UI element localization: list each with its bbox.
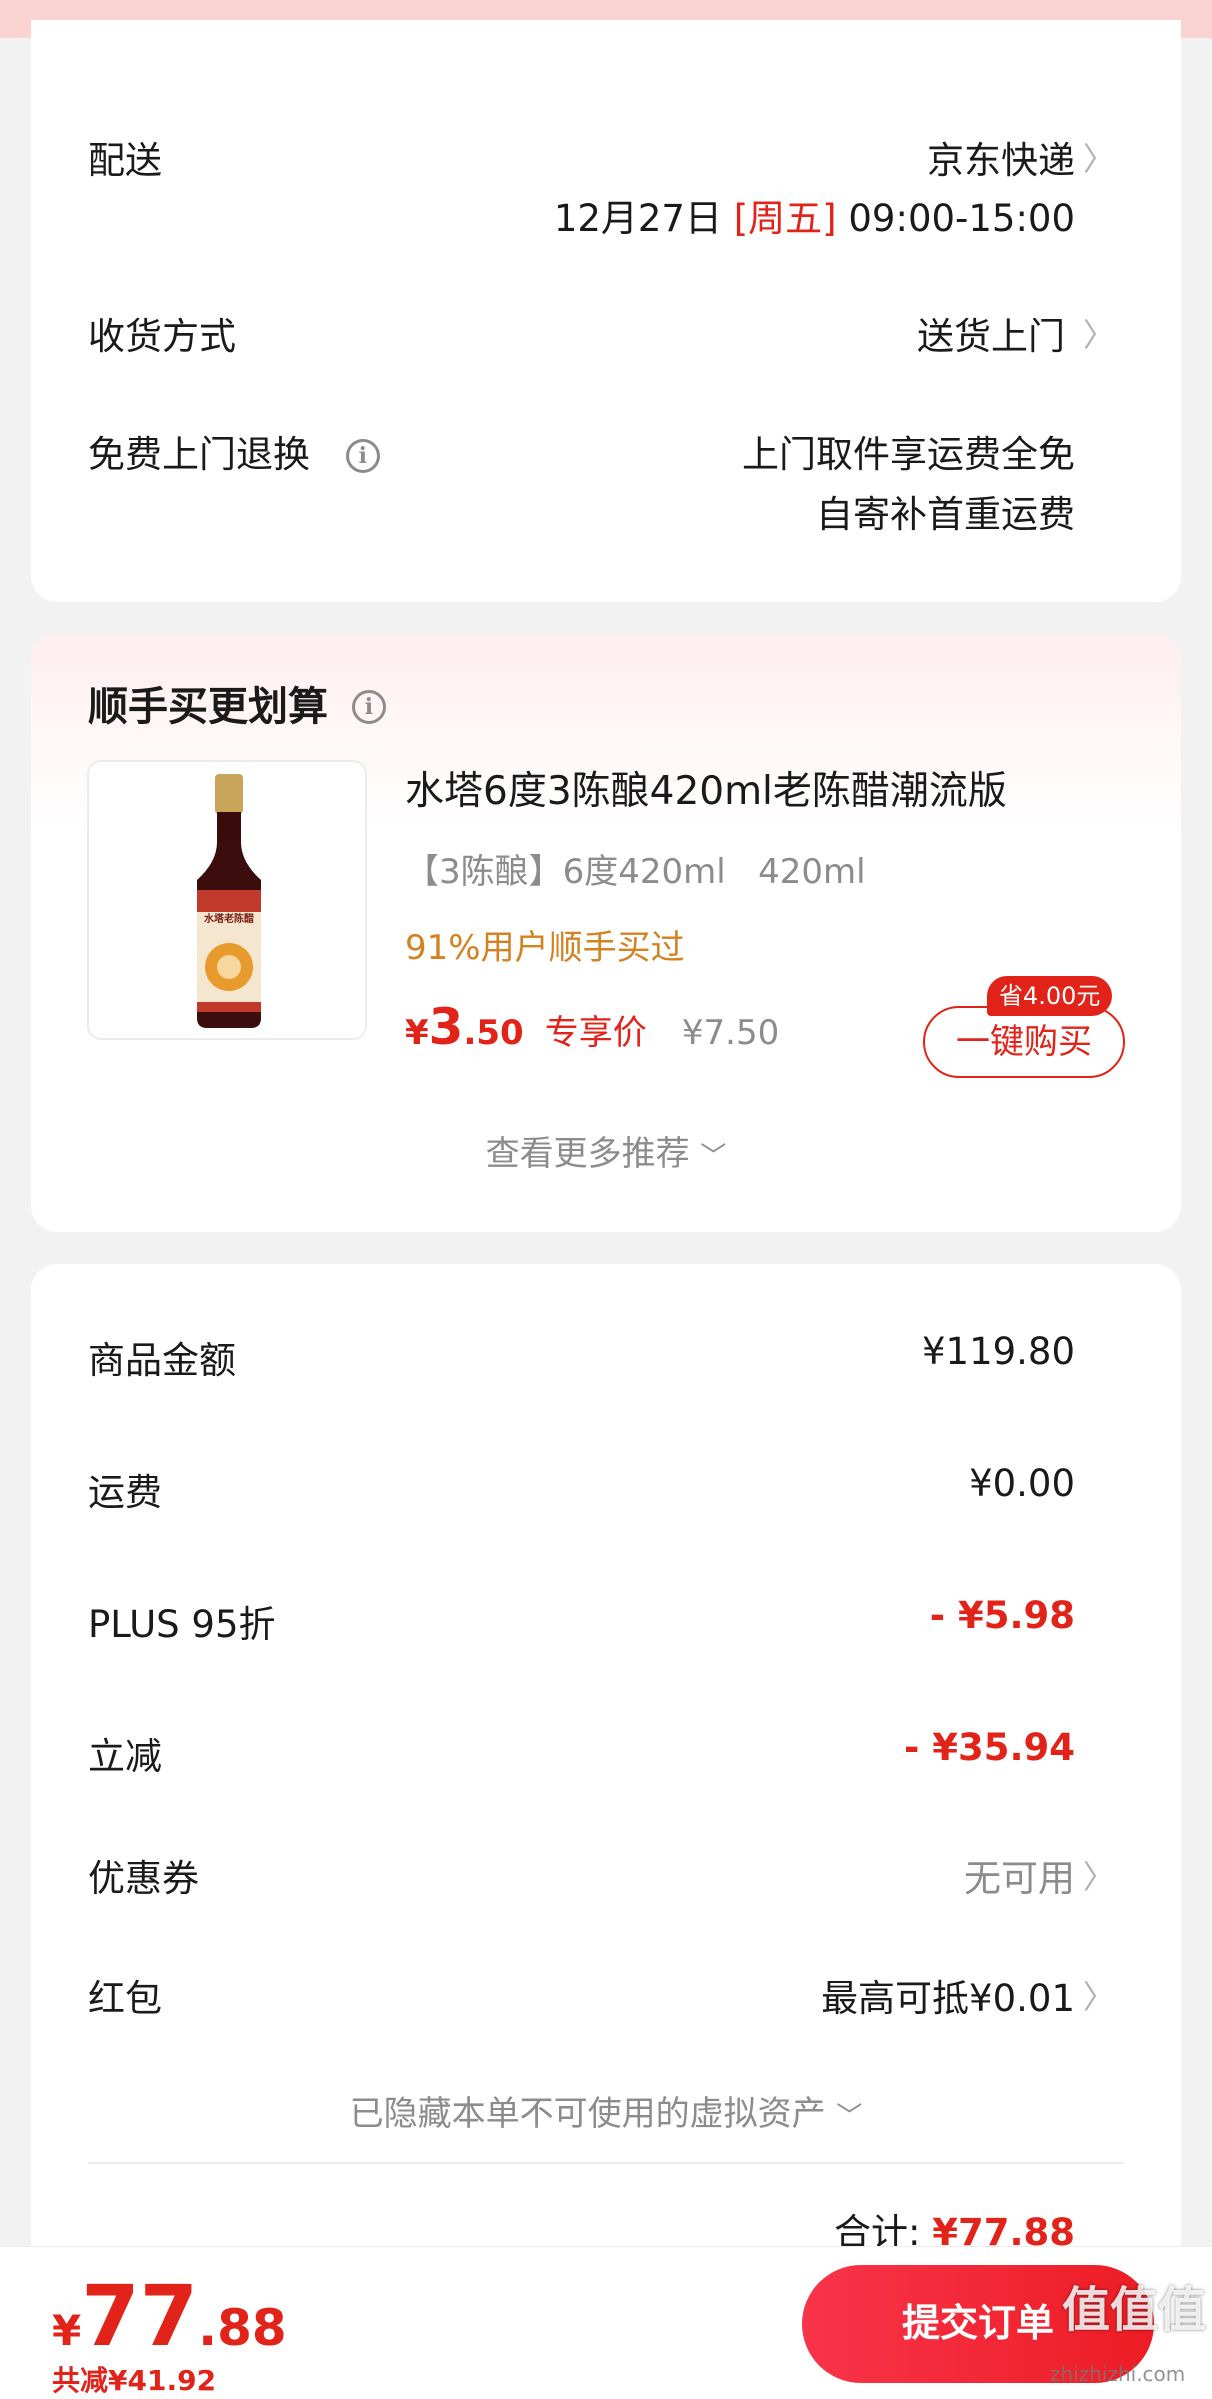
free-return-label-text: 免费上门退换 — [88, 433, 310, 476]
delivery-weekday: [周五] — [733, 197, 837, 240]
red-packet-label: 红包 — [88, 1977, 162, 2020]
divider — [88, 2162, 1124, 2164]
hidden-assets-text: 已隐藏本单不可使用的虚拟资产 — [349, 2094, 826, 2134]
more-recommend-text: 查看更多推荐 — [485, 1134, 690, 1174]
chevron-right-icon[interactable]: 〉 — [1083, 1972, 1115, 2018]
bottom-amount-int: 77 — [81, 2267, 199, 2365]
goods-amount-label: 商品金额 — [88, 1339, 236, 1382]
product-price: ¥3.50 专享价 ¥7.50 — [405, 998, 779, 1056]
coupon-value[interactable]: 无可用 — [964, 1848, 1075, 1902]
plus-value: - ¥5.98 — [929, 1594, 1075, 1637]
info-icon[interactable]: i — [351, 690, 386, 724]
plus-label: PLUS 95折 — [88, 1603, 276, 1646]
free-return-line2: 自寄补首重运费 — [816, 493, 1075, 536]
hidden-assets-link[interactable]: 已隐藏本单不可使用的虚拟资产 ﹀ — [31, 2086, 1181, 2135]
recommend-card: 顺手买更划算 i 水塔老陈醋 水塔6度3陈酿420ml老陈醋潮流版 【3陈酿】6… — [31, 634, 1181, 1232]
free-return-line1: 上门取件享运费全免 — [742, 433, 1075, 476]
shipping-value: ¥0.00 — [969, 1462, 1075, 1505]
discount-value: - ¥35.94 — [903, 1726, 1075, 1769]
saved-amount: 共减¥41.92 — [52, 2364, 217, 2397]
recommend-title-text: 顺手买更划算 — [88, 684, 328, 730]
watermark-url: zhizhizhi.com — [1050, 2362, 1186, 2386]
coupon-label: 优惠券 — [88, 1857, 199, 1900]
bottom-symbol: ¥ — [52, 2306, 82, 2355]
delivery-date: 12月27日 — [553, 197, 722, 240]
product-image[interactable]: 水塔老陈醋 — [87, 760, 367, 1040]
bottle-label-text: 水塔老陈醋 — [204, 914, 254, 925]
shipping-label: 运费 — [88, 1471, 162, 1514]
price-tag: 专享价 — [544, 1013, 647, 1053]
red-packet-value[interactable]: 最高可抵¥0.01 — [821, 1968, 1075, 2022]
chevron-right-icon[interactable]: 〉 — [1083, 310, 1115, 356]
bottom-amount-dec: .88 — [198, 2299, 287, 2357]
chevron-down-icon: ﹀ — [836, 2102, 863, 2132]
one-click-buy-button[interactable]: 一键购买 — [923, 1006, 1125, 1078]
price-int: 3 — [428, 998, 464, 1056]
delivery-label: 配送 — [88, 139, 162, 182]
delivery-card: 配送 京东快递 〉 12月27日 [周五] 09:00-15:00 收货方式 送… — [31, 20, 1181, 602]
bought-hint: 91%用户顺手买过 — [405, 928, 685, 968]
recommend-title: 顺手买更划算 i — [88, 674, 386, 732]
summary-card: 商品金额 ¥119.80 运费 ¥0.00 PLUS 95折 - ¥5.98 立… — [31, 1264, 1181, 2399]
info-icon[interactable]: i — [345, 439, 380, 473]
vinegar-bottle-icon — [197, 774, 261, 1028]
product-name[interactable]: 水塔6度3陈酿420ml老陈醋潮流版 — [405, 760, 1007, 816]
delivery-carrier[interactable]: 京东快递 — [927, 130, 1075, 184]
chevron-down-icon: ﹀ — [700, 1142, 727, 1172]
delivery-time[interactable]: 12月27日 [周五] 09:00-15:00 — [554, 188, 1075, 242]
discount-label: 立减 — [88, 1735, 162, 1778]
goods-amount-value: ¥119.80 — [921, 1330, 1075, 1373]
watermark-logo: 值值值 — [1062, 2282, 1207, 2338]
receive-method-value[interactable]: 送货上门 — [917, 306, 1065, 360]
receive-method-label: 收货方式 — [88, 315, 236, 358]
free-return-label: 免费上门退换 i — [88, 424, 380, 478]
chevron-right-icon[interactable]: 〉 — [1083, 134, 1115, 180]
bottom-bar: ¥77.88 共减¥41.92 提交订单 — [0, 2246, 1212, 2399]
original-price: ¥7.50 — [681, 1013, 780, 1053]
product-spec: 【3陈酿】6度420ml 420ml — [405, 852, 866, 892]
chevron-right-icon[interactable]: 〉 — [1083, 1852, 1115, 1898]
bottom-total: ¥77.88 — [52, 2267, 287, 2365]
more-recommend-link[interactable]: 查看更多推荐 ﹀ — [31, 1126, 1181, 1175]
price-symbol: ¥ — [405, 1013, 429, 1053]
delivery-time-range: 09:00-15:00 — [848, 197, 1075, 240]
price-dec: .50 — [463, 1013, 524, 1053]
